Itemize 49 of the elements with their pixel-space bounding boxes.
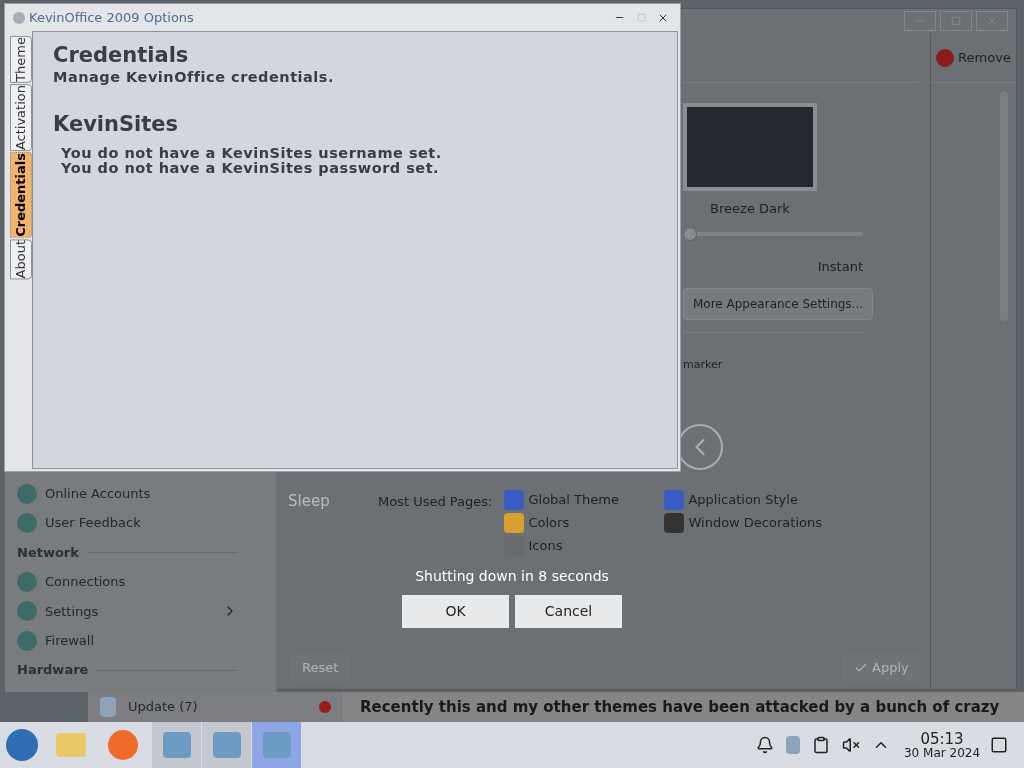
status-message: You do not have a KevinSites username set. <box>61 145 443 161</box>
notification-icon[interactable] <box>756 736 774 754</box>
menu-item[interactable]: Firewall <box>5 626 250 656</box>
shutdown-message: Shutting down in 8 seconds <box>415 567 609 586</box>
more-settings-button[interactable]: More Appearance Settings... <box>683 288 873 320</box>
maximize-icon[interactable] <box>940 11 972 31</box>
menu-item[interactable]: User Feedback <box>5 508 250 538</box>
update-item[interactable]: Update (7) <box>88 692 343 722</box>
tab[interactable]: Credentials <box>10 151 32 238</box>
page-link[interactable]: Window Decorations <box>664 513 865 533</box>
dialog-button[interactable]: Cancel <box>515 595 622 628</box>
section-header: Network <box>17 543 79 562</box>
clock-date[interactable]: 30 Mar 2024 <box>903 746 981 759</box>
sleep-label[interactable]: Sleep <box>288 490 330 513</box>
window-title: KevinOffice 2009 Options <box>29 8 195 27</box>
task-button[interactable] <box>152 722 202 768</box>
show-desktop-icon[interactable] <box>990 736 1008 754</box>
page-link[interactable]: Application Style <box>664 490 865 510</box>
webpage-text: Recently this and my other themes have been attacked by a bunch of crazy <box>360 696 1000 718</box>
task-button[interactable] <box>252 722 302 768</box>
section-header: Hardware <box>17 661 89 680</box>
tab[interactable]: Activation <box>10 83 32 151</box>
page-link[interactable]: Colors <box>504 513 665 533</box>
task-button[interactable] <box>202 722 252 768</box>
page-heading: Credentials <box>53 42 190 69</box>
slider-track[interactable] <box>683 226 863 241</box>
theme-name: Breeze Dark <box>709 200 791 218</box>
page-link[interactable]: Icons <box>504 536 665 556</box>
menu-item[interactable]: Settings <box>5 596 250 627</box>
slider-label: Instant <box>816 257 863 276</box>
volume-muted-icon[interactable] <box>842 736 860 754</box>
most-used-label: Most Used Pages: <box>378 493 493 511</box>
tab[interactable]: Theme <box>10 36 32 83</box>
section-heading: KevinSites <box>53 111 180 138</box>
start-button[interactable] <box>6 729 38 761</box>
page-subtitle: Manage KevinOffice credentials. <box>53 68 335 87</box>
clock-time[interactable]: 05:13 <box>920 731 964 747</box>
status-message: You do not have a KevinSites password set. <box>61 160 441 176</box>
tab[interactable]: About <box>10 238 32 280</box>
check-icon <box>854 661 868 675</box>
dialog-button[interactable]: OK <box>402 595 509 628</box>
theme-thumbnail[interactable] <box>683 103 817 191</box>
menu-item[interactable]: Online Accounts <box>5 479 250 509</box>
slider-thumb[interactable] <box>683 226 697 241</box>
menu-item[interactable]: Connections <box>5 567 250 597</box>
page-link[interactable]: Global Theme <box>504 490 665 510</box>
clipboard-icon[interactable] <box>812 736 830 754</box>
label-fragment: marker <box>683 357 724 373</box>
remove-button[interactable]: Remove <box>936 47 1011 68</box>
